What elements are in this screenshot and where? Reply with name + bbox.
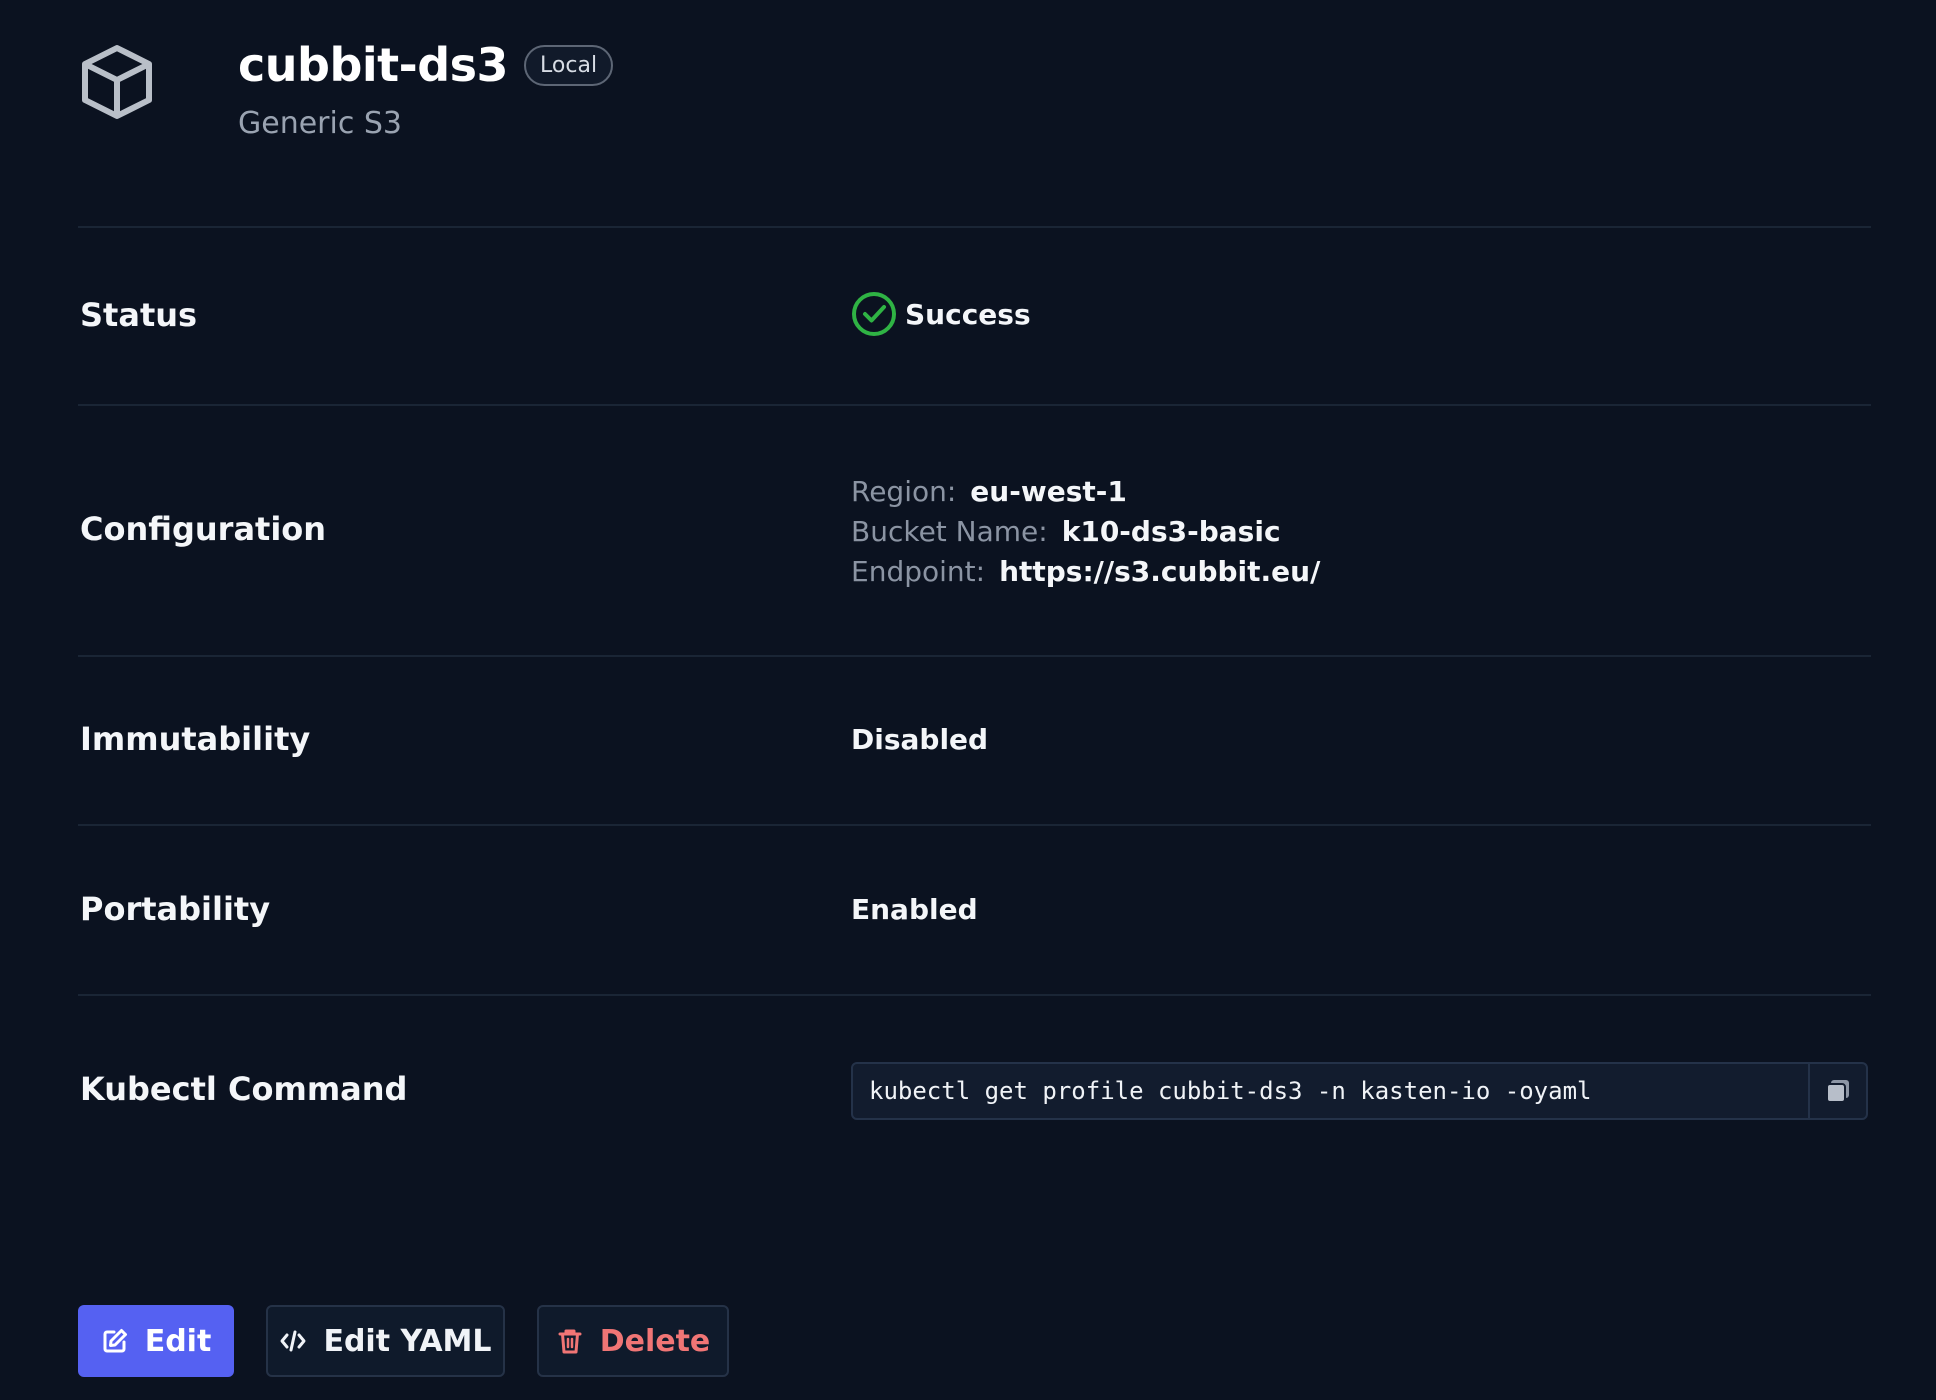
edit-yaml-button[interactable]: Edit YAML <box>266 1305 505 1377</box>
portability-label: Portability <box>80 890 271 928</box>
edit-button[interactable]: Edit <box>78 1305 234 1377</box>
check-circle-icon <box>852 292 896 336</box>
divider <box>78 824 1871 826</box>
region-key: Region: <box>851 475 957 508</box>
profile-details-page: cubbit-ds3 Local Generic S3 Status Succe… <box>0 0 1936 1400</box>
config-bucket: Bucket Name: k10-ds3-basic <box>851 512 1320 552</box>
copy-icon <box>1826 1080 1849 1103</box>
profile-header: cubbit-ds3 Local Generic S3 <box>78 38 1878 158</box>
status-text: Success <box>905 297 1031 331</box>
profile-name: cubbit-ds3 <box>238 38 509 92</box>
kubectl-command-box: kubectl get profile cubbit-ds3 -n kasten… <box>851 1062 1868 1120</box>
divider <box>78 994 1871 996</box>
config-region: Region: eu-west-1 <box>851 472 1320 512</box>
code-icon <box>280 1330 306 1352</box>
endpoint-key: Endpoint: <box>851 555 986 588</box>
edit-icon <box>103 1329 127 1353</box>
kubectl-command[interactable]: kubectl get profile cubbit-ds3 -n kasten… <box>853 1077 1808 1105</box>
kubectl-label: Kubectl Command <box>80 1070 408 1108</box>
immutability-label: Immutability <box>80 720 311 758</box>
configuration-label: Configuration <box>80 510 327 548</box>
divider <box>78 404 1871 406</box>
endpoint-value: https://s3.cubbit.eu/ <box>999 555 1321 588</box>
region-value: eu-west-1 <box>970 475 1127 508</box>
status-value: Success <box>851 291 1031 337</box>
bucket-value: k10-ds3-basic <box>1061 515 1281 548</box>
divider <box>78 226 1871 228</box>
cube-icon <box>82 45 152 119</box>
divider <box>78 655 1871 657</box>
location-badge: Local <box>524 44 614 86</box>
delete-button-label: Delete <box>599 1323 711 1359</box>
edit-yaml-button-label: Edit YAML <box>323 1323 492 1359</box>
portability-value: Enabled <box>851 893 978 926</box>
copy-button[interactable] <box>1808 1064 1866 1118</box>
immutability-value: Disabled <box>851 723 989 756</box>
config-endpoint: Endpoint: https://s3.cubbit.eu/ <box>851 552 1320 592</box>
title-row: cubbit-ds3 Local <box>238 38 614 92</box>
bucket-key: Bucket Name: <box>851 515 1048 548</box>
edit-button-label: Edit <box>144 1323 212 1359</box>
status-label: Status <box>80 296 198 334</box>
trash-icon <box>558 1329 582 1354</box>
profile-type: Generic S3 <box>238 106 403 141</box>
configuration-details: Region: eu-west-1 Bucket Name: k10-ds3-bas… <box>851 472 1320 592</box>
delete-button[interactable]: Delete <box>537 1305 729 1377</box>
